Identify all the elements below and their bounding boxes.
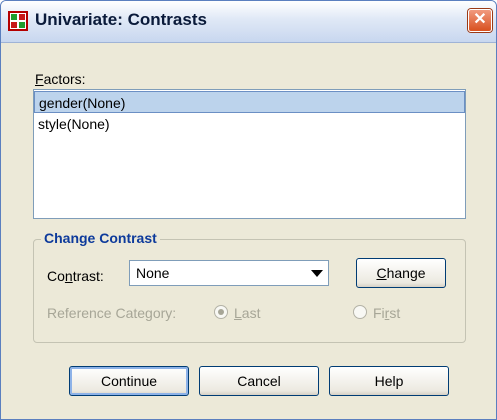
contrast-label: Contrast: <box>47 268 104 284</box>
list-item[interactable]: style(None) <box>34 113 465 135</box>
dialog-body: Factors: gender(None) style(None) Change… <box>1 43 496 419</box>
chevron-down-icon <box>311 270 323 277</box>
reference-category-label: Reference Category: <box>47 305 177 321</box>
change-button[interactable]: Change <box>356 258 446 288</box>
contrasts-dialog: Univariate: Contrasts ✕ Factors: gender(… <box>0 0 497 420</box>
close-icon[interactable]: ✕ <box>468 9 492 32</box>
spss-app-icon <box>8 11 28 31</box>
change-contrast-title: Change Contrast <box>41 230 160 246</box>
radio-last-label: Last <box>234 305 261 321</box>
contrast-select-value: None <box>136 265 170 281</box>
window-title: Univariate: Contrasts <box>35 10 207 29</box>
radio-last[interactable] <box>214 305 228 319</box>
continue-button[interactable]: Continue <box>69 366 189 396</box>
factors-list[interactable]: gender(None) style(None) <box>33 89 466 219</box>
cancel-button[interactable]: Cancel <box>199 366 319 396</box>
list-item[interactable]: gender(None) <box>34 91 465 113</box>
change-contrast-group <box>33 239 466 343</box>
radio-first[interactable] <box>353 305 367 319</box>
title-bar[interactable]: Univariate: Contrasts ✕ <box>1 1 496 43</box>
factors-label: Factors: <box>35 71 86 87</box>
radio-first-label: First <box>373 305 401 321</box>
contrast-select[interactable]: None <box>129 260 329 286</box>
help-button[interactable]: Help <box>329 366 449 396</box>
